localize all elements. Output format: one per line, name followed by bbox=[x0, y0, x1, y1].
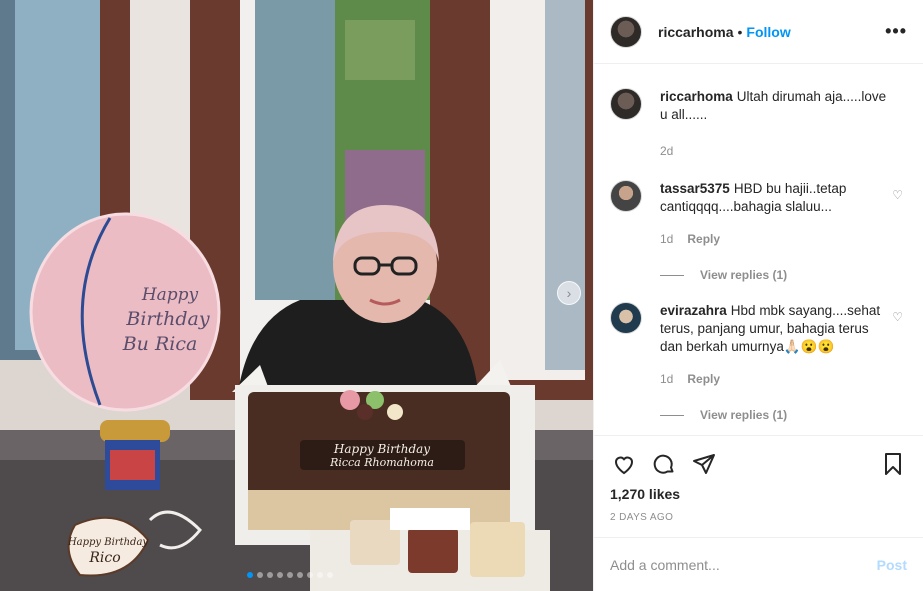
carousel-dot bbox=[287, 572, 293, 578]
caption-avatar[interactable] bbox=[610, 88, 642, 120]
carousel-dot bbox=[247, 572, 253, 578]
author-avatar[interactable] bbox=[610, 15, 642, 48]
comment-age[interactable]: 1d bbox=[660, 230, 673, 248]
cake-text-line1: Happy Birthday bbox=[333, 442, 430, 456]
caption-username[interactable]: riccarhoma bbox=[660, 89, 733, 104]
carousel-dot bbox=[267, 572, 273, 578]
cake-text-line2: Ricca Rhomahoma bbox=[329, 456, 434, 469]
comments-list[interactable]: riccarhoma Ultah dirumah aja.....love u a… bbox=[594, 64, 923, 435]
balloon-text-line1: Happy bbox=[141, 285, 199, 305]
topper-text-line1: Happy Birthday bbox=[67, 537, 148, 548]
likes-count[interactable]: 1,270 likes bbox=[610, 486, 907, 502]
add-comment-bar: Post bbox=[594, 537, 923, 591]
author-username[interactable]: riccarhoma bbox=[658, 24, 733, 40]
comment-username[interactable]: evirazahra bbox=[660, 303, 727, 318]
caption: riccarhoma Ultah dirumah aja.....love u a… bbox=[610, 88, 907, 160]
bookmark-icon[interactable] bbox=[879, 450, 907, 478]
commenter-avatar[interactable] bbox=[610, 180, 642, 212]
carousel-dot bbox=[307, 572, 313, 578]
carousel-dot bbox=[277, 572, 283, 578]
view-replies-label: View replies (1) bbox=[700, 408, 788, 422]
post-side-panel: riccarhoma • Follow ••• riccarhoma Ultah … bbox=[593, 0, 923, 591]
view-replies-label: View replies (1) bbox=[700, 268, 788, 282]
caption-age[interactable]: 2d bbox=[660, 142, 673, 160]
reply-button[interactable]: Reply bbox=[687, 230, 720, 248]
comment-like-heart-icon[interactable]: ♡ bbox=[892, 310, 903, 324]
reply-button[interactable]: Reply bbox=[687, 370, 720, 388]
view-replies-button[interactable]: View replies (1) bbox=[660, 408, 907, 422]
balloon-text-line3: Bu Rica bbox=[122, 333, 198, 355]
post-comment-button[interactable]: Post bbox=[877, 557, 907, 573]
carousel-dot bbox=[257, 572, 263, 578]
view-replies-button[interactable]: View replies (1) bbox=[660, 268, 907, 282]
commenter-avatar[interactable] bbox=[610, 302, 642, 334]
post-photo[interactable]: Happy Birthday Ricca Rhomahoma Happy Bir… bbox=[0, 0, 593, 591]
topper-text-line2: Rico bbox=[88, 550, 120, 566]
share-icon[interactable] bbox=[690, 450, 718, 478]
heart-icon[interactable] bbox=[610, 450, 638, 478]
comment-icon[interactable] bbox=[650, 450, 678, 478]
replies-line bbox=[660, 274, 684, 276]
replies-line bbox=[660, 414, 684, 416]
post-date[interactable]: 2 DAYS AGO bbox=[610, 512, 907, 523]
chevron-right-icon: › bbox=[566, 285, 572, 301]
comment-item: tassar5375 HBD bu hajii..tetap cantiqqqq.… bbox=[610, 180, 907, 248]
comment-age[interactable]: 1d bbox=[660, 370, 673, 388]
follow-button[interactable]: Follow bbox=[746, 24, 790, 40]
post-actions: 1,270 likes 2 DAYS AGO bbox=[594, 435, 923, 537]
comment-item: evirazahra Hbd mbk sayang....sehat terus,… bbox=[610, 302, 907, 388]
carousel-dot bbox=[317, 572, 323, 578]
balloon-text-line2: Birthday bbox=[125, 308, 209, 330]
comment-like-heart-icon[interactable]: ♡ bbox=[892, 188, 903, 202]
carousel-dot bbox=[327, 572, 333, 578]
next-photo-button[interactable]: › bbox=[557, 281, 581, 305]
carousel-dot bbox=[297, 572, 303, 578]
carousel-dots bbox=[247, 572, 333, 578]
comment-input[interactable] bbox=[610, 556, 877, 573]
post-header: riccarhoma • Follow ••• bbox=[594, 0, 923, 64]
more-icon[interactable]: ••• bbox=[885, 21, 907, 42]
header-separator: • bbox=[737, 23, 743, 40]
comment-username[interactable]: tassar5375 bbox=[660, 181, 730, 196]
birthday-photo: Happy Birthday Ricca Rhomahoma Happy Bir… bbox=[0, 0, 593, 591]
